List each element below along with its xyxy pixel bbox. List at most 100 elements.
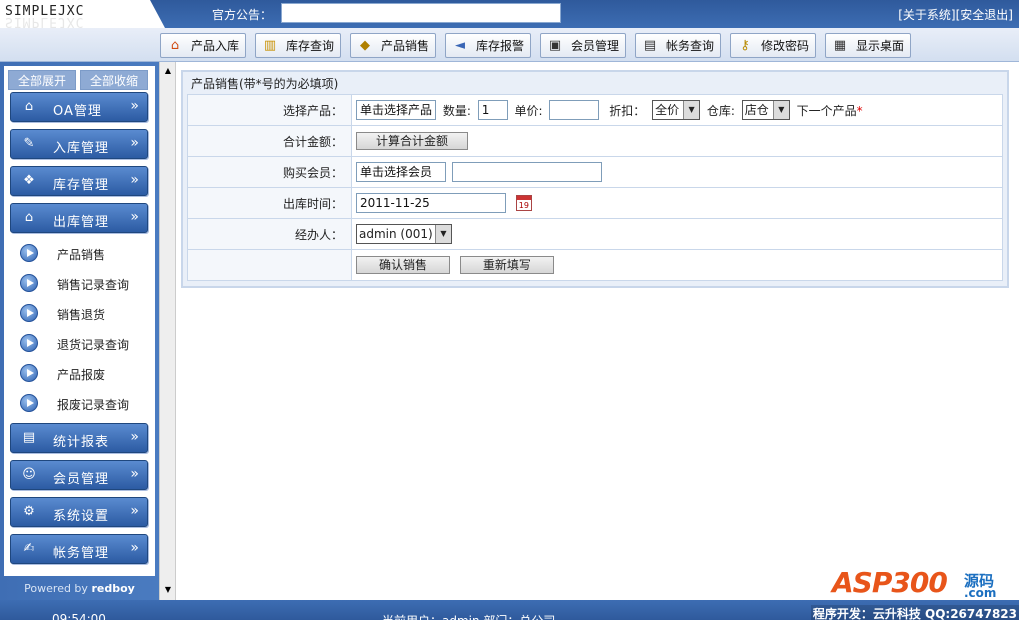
menu-members-label: 会员管理 [53, 472, 110, 487]
actions-label-cell [187, 249, 352, 281]
outbound-icon: ⌂ [24, 210, 34, 225]
vertical-scrollbar[interactable]: ▲ ▼ [159, 62, 176, 600]
operator-field-cell: admin (001) ▼ [351, 218, 1003, 250]
notice-field[interactable] [281, 3, 561, 23]
document-icon: ▤ [643, 37, 657, 53]
menu-outbound-label: 出库管理 [53, 215, 110, 230]
menu-inventory[interactable]: ❖ 库存管理 » [10, 166, 148, 196]
menu-reports[interactable]: ▤ 统计报表 » [10, 423, 148, 453]
submenu-label: 销售记录查询 [57, 278, 130, 292]
top-header: SIMPLEJXC SIMPLEJXC 官方公告： [关于系统][安全退出] [0, 0, 1019, 28]
submenu-product-scrap[interactable]: 产品报废 [14, 361, 144, 385]
calendar-day: 19 [518, 201, 529, 210]
calendar-icon[interactable]: 19 [515, 195, 532, 211]
play-icon [20, 274, 38, 292]
report-icon: ▤ [22, 430, 36, 445]
account-icon: ✍ [23, 541, 35, 556]
member-manage-label: 会员管理 [571, 39, 620, 53]
collapse-all-button[interactable]: 全部收缩 [80, 70, 148, 90]
member-field-cell: 单击选择会员 [351, 156, 1003, 188]
footer-user: 当前用户：admin 部门：总公司 [382, 612, 555, 620]
submenu-product-sales[interactable]: 产品销售 [14, 241, 144, 265]
reset-form-button[interactable]: 重新填写 [459, 256, 554, 274]
play-icon [20, 394, 38, 412]
form-row-actions: 确认销售 重新填写 [187, 249, 1003, 281]
product-sales-button[interactable]: ◆ 产品销售 [350, 33, 436, 58]
member-manage-button[interactable]: ▣ 会员管理 [540, 33, 626, 58]
show-desktop-button[interactable]: ▦ 显示桌面 [825, 33, 911, 58]
submenu-sales-return[interactable]: 销售退货 [14, 301, 144, 325]
chevron-down-icon: ▼ [772, 101, 789, 119]
stock-alarm-button[interactable]: ◄ 库存报警 [445, 33, 531, 58]
watermark-logo: ASP300 源码 .com [832, 550, 1002, 600]
price-input[interactable] [549, 100, 600, 120]
select-product-button[interactable]: 单击选择产品 [356, 100, 436, 120]
menu-settings[interactable]: ⚙ 系统设置 » [10, 497, 148, 527]
account-query-button[interactable]: ▤ 帐务查询 [635, 33, 721, 58]
discount-select[interactable]: 全价 ▼ [652, 100, 701, 120]
select-member-button[interactable]: 单击选择会员 [356, 162, 446, 182]
change-password-button[interactable]: ⚷ 修改密码 [730, 33, 816, 58]
logout-link[interactable]: [安全退出] [956, 8, 1013, 22]
sales-form: 选择产品： 单击选择产品 数量: 1 单价: 折扣： 全价 ▼ 仓库: 店仓 ▼ 下… [187, 94, 1003, 281]
play-icon [20, 334, 38, 352]
status-footer: 09:54:00 当前用户：admin 部门：总公司 程序开发：云升科技 QQ:… [0, 600, 1019, 620]
next-product-link[interactable]: 下一个产品* [797, 104, 863, 118]
product-field-cell: 单击选择产品 数量: 1 单价: 折扣： 全价 ▼ 仓库: 店仓 ▼ 下一个产品* [351, 94, 1003, 126]
menu-accounts[interactable]: ✍ 帐务管理 » [10, 534, 148, 564]
required-mark: * [856, 103, 863, 118]
warehouse-select[interactable]: 店仓 ▼ [741, 100, 790, 120]
menu-members[interactable]: ☺ 会员管理 » [10, 460, 148, 490]
double-chevron-icon: » [130, 429, 139, 445]
submenu-return-records[interactable]: 退货记录查询 [14, 331, 144, 355]
operator-select[interactable]: admin (001) ▼ [356, 224, 452, 244]
menu-accounts-label: 帐务管理 [53, 546, 110, 561]
expand-all-button[interactable]: 全部展开 [8, 70, 76, 90]
change-password-label: 修改密码 [761, 39, 810, 53]
discount-value: 全价 [655, 103, 680, 117]
inventory-icon: ❖ [23, 173, 35, 188]
app-logo: SIMPLEJXC SIMPLEJXC [0, 0, 165, 28]
actions-field-cell: 确认销售 重新填写 [351, 249, 1003, 281]
stock-alarm-label: 库存报警 [476, 39, 525, 53]
menu-outbound[interactable]: ⌂ 出库管理 » [10, 203, 148, 233]
member-input[interactable] [451, 162, 602, 182]
submenu-label: 销售退货 [57, 308, 106, 322]
product-label: 选择产品： [187, 94, 352, 126]
footer-time: 09:54:00 [52, 612, 106, 620]
home-icon: ⌂ [24, 99, 34, 114]
date-label: 出库时间： [187, 187, 352, 219]
product-inbound-label: 产品入库 [191, 39, 240, 53]
product-inbound-button[interactable]: ⌂ 产品入库 [160, 33, 246, 58]
calc-total-button[interactable]: 计算合计金额 [356, 132, 468, 150]
qty-label: 数量: [442, 103, 471, 118]
header-links: [关于系统][安全退出] [898, 6, 1013, 23]
scroll-down-icon[interactable]: ▼ [161, 583, 175, 597]
form-row-date: 出库时间： 2011-11-25 19 [187, 187, 1003, 219]
submenu-sales-records[interactable]: 销售记录查询 [14, 271, 144, 295]
menu-inbound[interactable]: ✎ 入库管理 » [10, 129, 148, 159]
tag-icon: ◆ [360, 37, 370, 53]
sidebar-panel: 全部展开 全部收缩 ⌂ OA管理 » ✎ 入库管理 » ❖ 库存管理 » ⌂ 出… [4, 66, 155, 576]
form-row-member: 购买会员： 单击选择会员 [187, 156, 1003, 188]
about-link[interactable]: [关于系统] [898, 8, 955, 22]
menu-inventory-label: 库存管理 [53, 178, 110, 193]
home-arrow-icon: ⌂ [170, 37, 180, 53]
qty-input[interactable]: 1 [477, 100, 508, 120]
date-input[interactable]: 2011-11-25 [356, 193, 506, 213]
stock-query-button[interactable]: ▥ 库存查询 [255, 33, 341, 58]
developer-credit: 程序开发：云升科技 QQ:26747823 [810, 605, 1019, 620]
form-row-product: 选择产品： 单击选择产品 数量: 1 单价: 折扣： 全价 ▼ 仓库: 店仓 ▼ 下… [187, 94, 1003, 126]
confirm-sale-button[interactable]: 确认销售 [356, 256, 450, 274]
play-icon [20, 364, 38, 382]
discount-label: 折扣： [609, 103, 646, 118]
submenu-label: 退货记录查询 [57, 338, 130, 352]
menu-oa-label: OA管理 [53, 104, 102, 119]
scroll-up-icon[interactable]: ▲ [161, 64, 175, 78]
chevron-down-icon: ▼ [435, 225, 451, 243]
member-label: 购买会员： [187, 156, 352, 188]
panel-title: 产品销售(带*号的为必填项) [191, 77, 339, 91]
total-field-cell: 计算合计金额 [351, 125, 1003, 157]
submenu-scrap-records[interactable]: 报废记录查询 [14, 391, 144, 415]
menu-oa[interactable]: ⌂ OA管理 » [10, 92, 148, 122]
